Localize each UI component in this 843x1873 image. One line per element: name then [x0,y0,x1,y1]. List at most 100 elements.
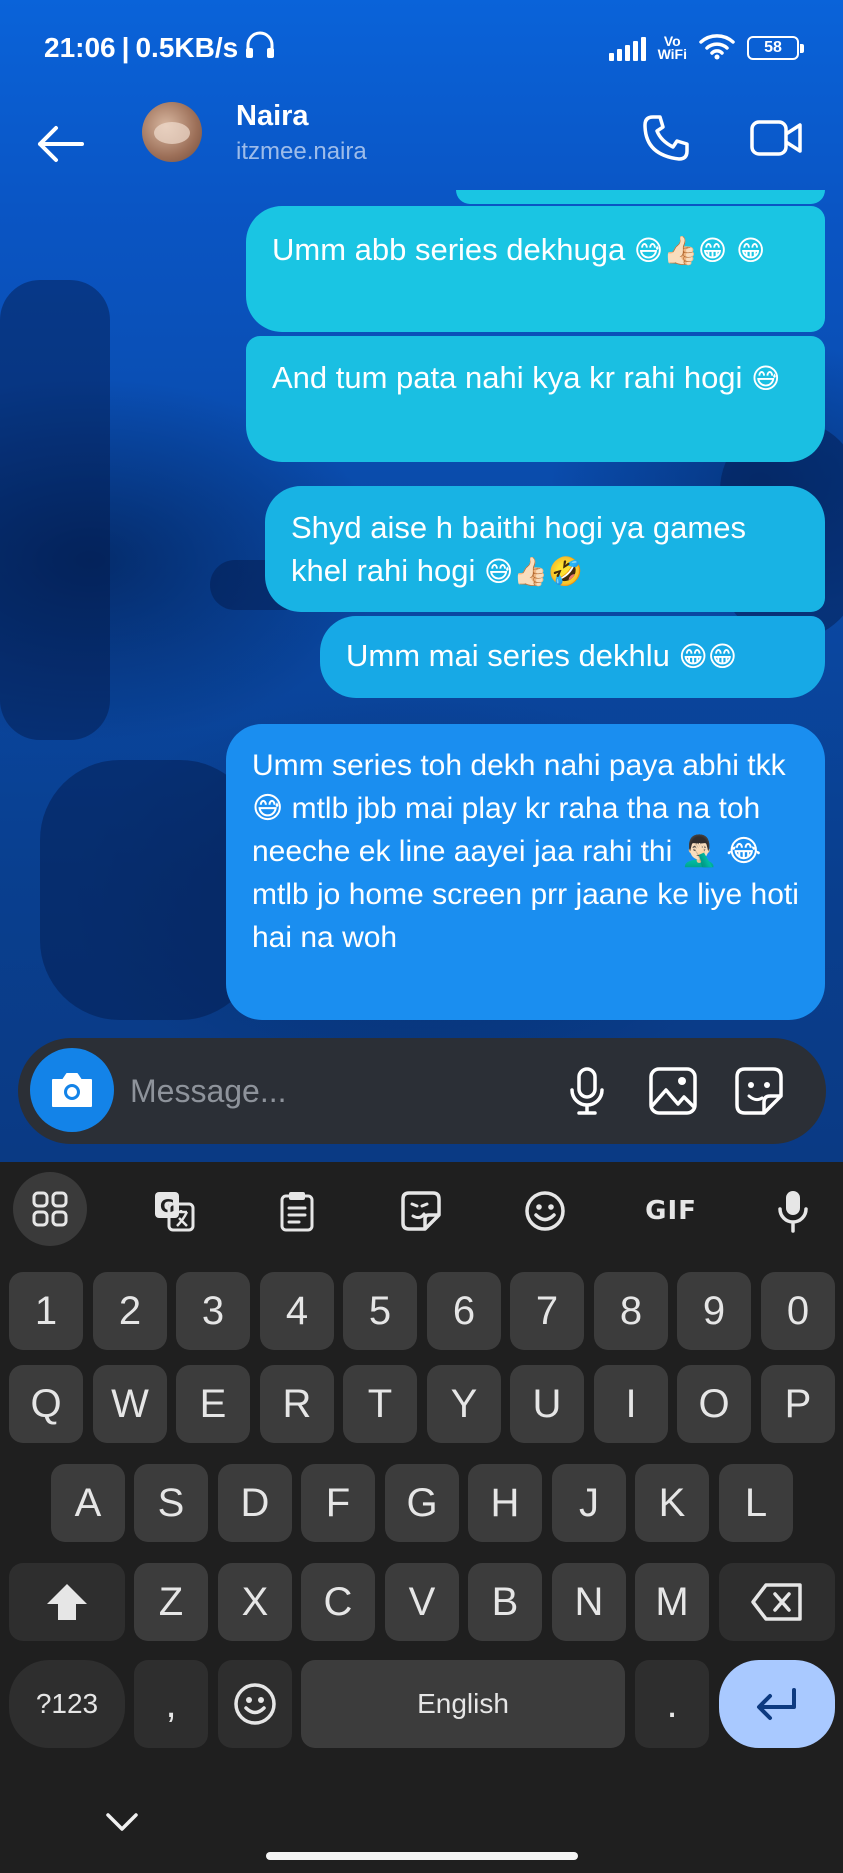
key-d[interactable]: D [218,1464,292,1542]
message-bubble[interactable]: Umm mai series dekhlu 😁😁 [320,616,825,698]
space-key-label: English [417,1688,509,1719]
key-e[interactable]: E [176,1365,250,1443]
message-bubble[interactable]: Umm abb series dekhuga 😅👍🏻😁 😁 [246,206,825,332]
network-speed: 0.5KB/s [135,32,239,63]
clock: 21:06 [44,32,116,63]
status-left: 21:06 | 0.5KB/s [44,30,276,67]
key-6[interactable]: 6 [427,1272,501,1350]
sticker-icon [735,1067,783,1115]
space-key[interactable]: English [301,1660,625,1748]
key-g[interactable]: G [385,1464,459,1542]
key-o[interactable]: O [677,1365,751,1443]
message-bubble[interactable]: Shyd aise h baithi hogi ya games khel ra… [265,486,825,612]
enter-icon [757,1688,796,1720]
vowifi-indicator: Vo WiFi [657,34,687,62]
smiley-icon [234,1683,276,1725]
backspace-icon [751,1583,802,1621]
sticker-button[interactable] [730,1062,788,1120]
key-7[interactable]: 7 [510,1272,584,1350]
key-h[interactable]: H [468,1464,542,1542]
translate-button[interactable]: G [139,1176,209,1246]
comma-key[interactable]: , [134,1660,208,1748]
hide-keyboard-button[interactable] [100,1802,144,1842]
microphone-icon [778,1191,808,1233]
key-b[interactable]: B [468,1563,542,1641]
message-emoji: 😅👍🏻😁 😁 [633,234,766,267]
key-u[interactable]: U [510,1365,584,1443]
sticker-icon [401,1191,441,1231]
message-emoji: 😁😁 [678,640,737,673]
message-bubble[interactable]: And tum pata nahi kya kr rahi hogi 😅 [246,336,825,462]
key-0[interactable]: 0 [761,1272,835,1350]
period-key[interactable]: . [635,1660,709,1748]
gif-label: GIF [645,1196,697,1226]
key-p[interactable]: P [761,1365,835,1443]
status-right: Vo WiFi 58 [608,32,804,65]
chat-header: Naira itzmee.naira [0,96,843,196]
apps-grid-button[interactable] [13,1172,87,1246]
key-v[interactable]: V [385,1563,459,1641]
voice-typing-button[interactable] [758,1176,828,1246]
message-text: Umm abb series dekhuga [272,232,626,267]
back-button[interactable] [30,114,90,174]
key-9[interactable]: 9 [677,1272,751,1350]
shift-key[interactable] [9,1563,125,1641]
key-2[interactable]: 2 [93,1272,167,1350]
message-composer [18,1038,826,1144]
sticker-keyboard-button[interactable] [386,1176,456,1246]
vowifi-line2: WiFi [657,46,687,62]
keyboard-toolbar: G GIF [0,1162,843,1256]
key-j[interactable]: J [552,1464,626,1542]
key-3[interactable]: 3 [176,1272,250,1350]
shift-icon [47,1584,87,1620]
smiley-icon [525,1191,565,1231]
contact-handle[interactable]: itzmee.naira [236,138,367,166]
video-camera-icon [750,120,802,156]
contact-name[interactable]: Naira [236,100,309,133]
key-i[interactable]: I [594,1365,668,1443]
key-l[interactable]: L [719,1464,793,1542]
key-x[interactable]: X [218,1563,292,1641]
gallery-button[interactable] [644,1062,702,1120]
battery-icon: 58 [747,36,804,60]
key-q[interactable]: Q [9,1365,83,1443]
phone-icon [643,115,689,161]
message-emoji: 😅 [751,362,781,395]
backspace-key[interactable] [719,1563,835,1641]
key-k[interactable]: K [635,1464,709,1542]
key-y[interactable]: Y [427,1365,501,1443]
back-arrow-icon [38,126,84,162]
key-c[interactable]: C [301,1563,375,1641]
symbols-key-label: ?123 [35,1688,99,1719]
key-t[interactable]: T [343,1365,417,1443]
key-w[interactable]: W [93,1365,167,1443]
key-z[interactable]: Z [134,1563,208,1641]
enter-key[interactable] [719,1660,835,1748]
camera-button[interactable] [30,1048,114,1132]
key-m[interactable]: M [635,1563,709,1641]
key-f[interactable]: F [301,1464,375,1542]
voice-call-button[interactable] [636,108,696,168]
status-separator: | [121,32,130,63]
key-1[interactable]: 1 [9,1272,83,1350]
emoji-button[interactable] [510,1176,580,1246]
emoji-key[interactable] [218,1660,292,1748]
key-n[interactable]: N [552,1563,626,1641]
key-a[interactable]: A [51,1464,125,1542]
key-5[interactable]: 5 [343,1272,417,1350]
key-4[interactable]: 4 [260,1272,334,1350]
key-r[interactable]: R [260,1365,334,1443]
symbols-key[interactable]: ?123 [9,1660,125,1748]
key-s[interactable]: S [134,1464,208,1542]
voice-message-button[interactable] [558,1062,616,1120]
clipboard-button[interactable] [262,1176,332,1246]
svg-text:G: G [160,1196,175,1217]
avatar[interactable] [142,102,202,162]
video-call-button[interactable] [744,108,808,168]
message-bubble[interactable]: Umm series toh dekh nahi paya abhi tkk 😅… [226,724,825,1020]
message-emoji: 😅👍🏻🤣 [484,555,583,588]
message-input[interactable] [130,1064,470,1118]
home-gesture-bar[interactable] [266,1852,578,1860]
gif-button[interactable]: GIF [631,1176,711,1246]
key-8[interactable]: 8 [594,1272,668,1350]
